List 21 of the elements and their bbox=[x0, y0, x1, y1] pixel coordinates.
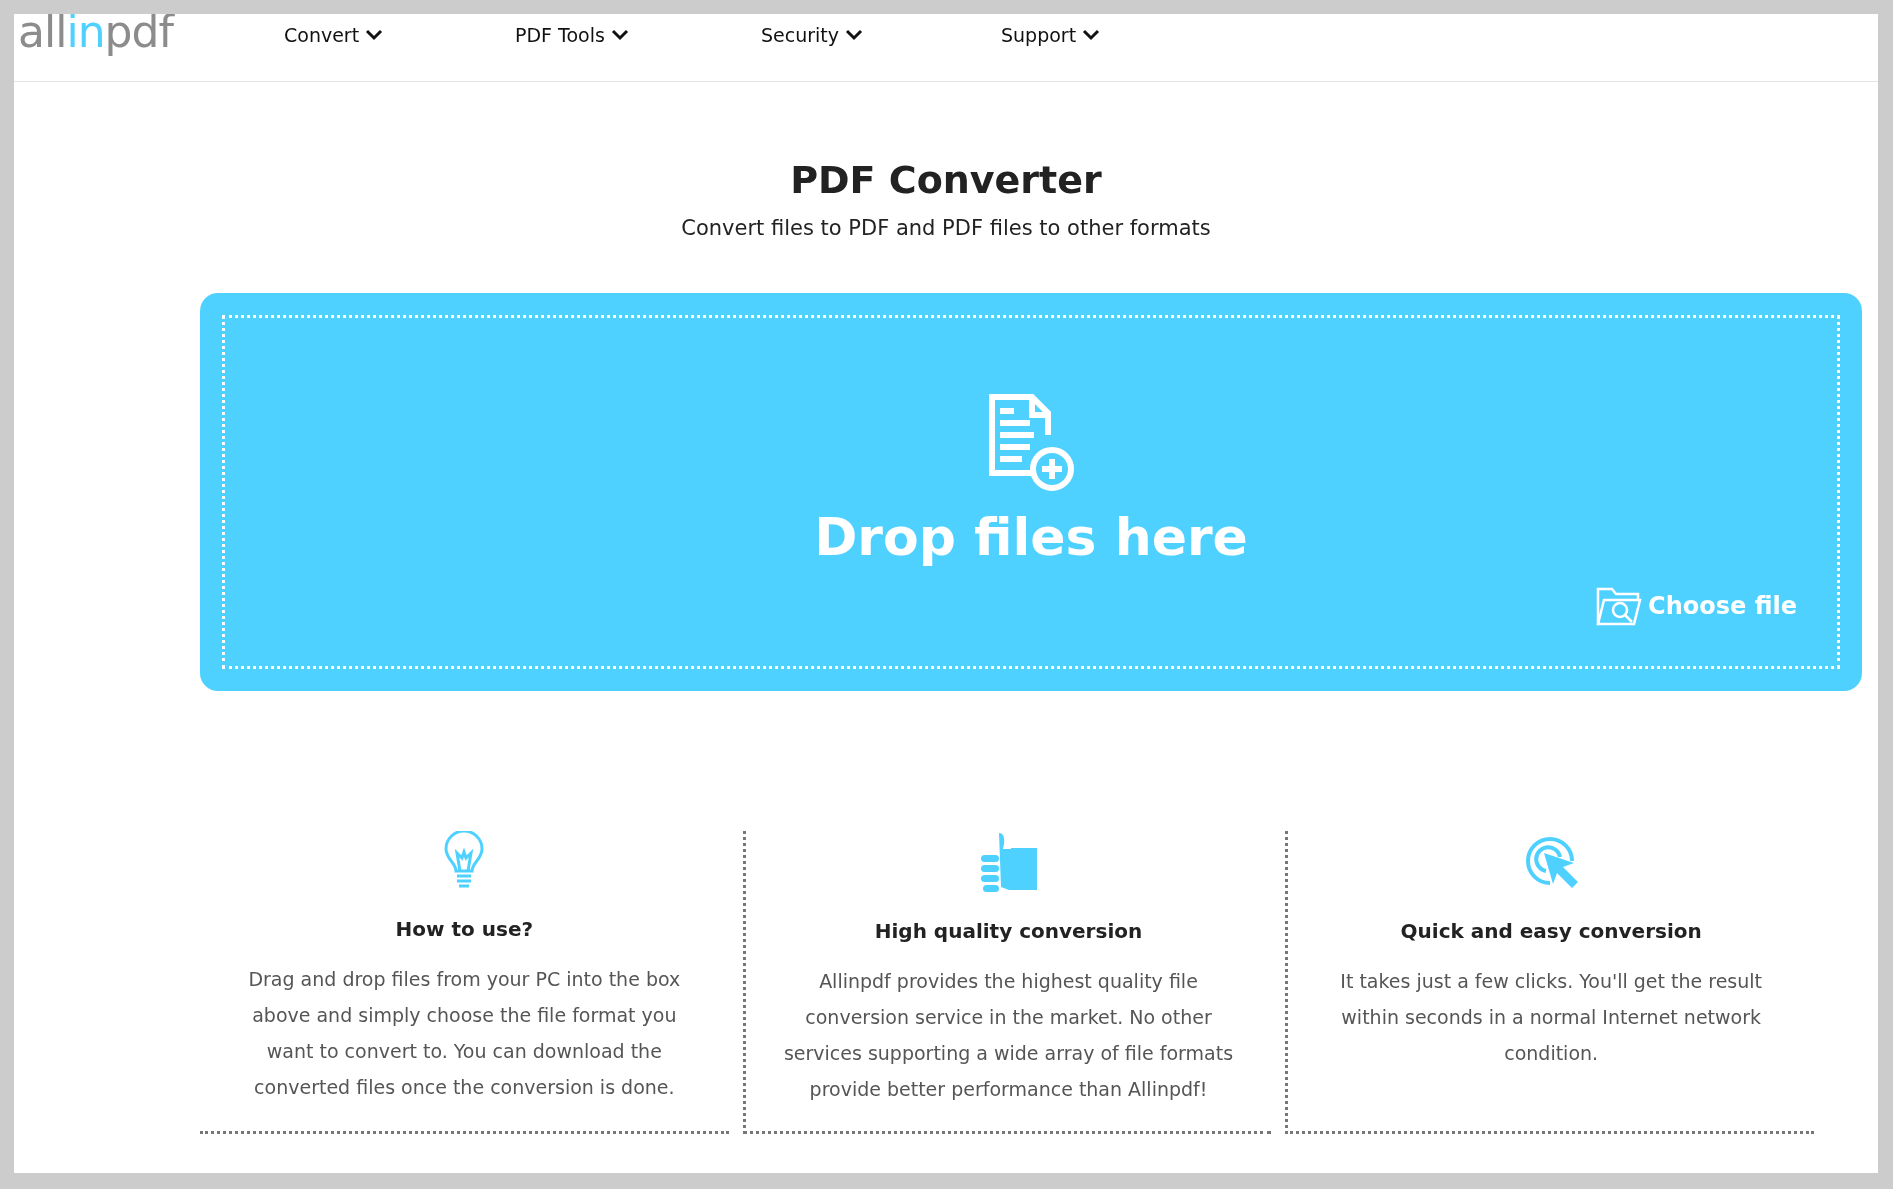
nav-link[interactable]: Support bbox=[1001, 24, 1077, 46]
thumbs-up-icon bbox=[979, 831, 1038, 893]
page-subtitle: Convert files to PDF and PDF files to other formats bbox=[681, 216, 1211, 240]
nav-link[interactable]: Security bbox=[761, 24, 840, 46]
chevron-down-icon bbox=[845, 29, 864, 41]
chevron-down-icon bbox=[1082, 29, 1101, 41]
feature-description: Allinpdf provides the highest quality file conversion service in the market. No other services supporting a wide array of file formats provide better performance than Allinpdf! bbox=[782, 969, 1235, 1102]
folder-search-icon bbox=[1596, 586, 1643, 626]
document-plus-icon bbox=[986, 393, 1076, 493]
page-title: PDF Converter bbox=[790, 158, 1102, 202]
drop-zone-text: Drop files here bbox=[814, 507, 1248, 567]
feature-title: High quality conversion bbox=[874, 919, 1143, 943]
lightbulb-icon bbox=[444, 831, 485, 891]
feature-description: It takes just a few clicks. You'll get the result within seconds in a normal Internet network condition. bbox=[1339, 969, 1763, 1066]
chevron-down-icon bbox=[365, 29, 384, 41]
chevron-down-icon bbox=[610, 29, 629, 41]
feature-title: How to use? bbox=[395, 917, 534, 941]
feature-title: Quick and easy conversion bbox=[1400, 919, 1702, 943]
feature-description: Drag and drop files from your PC into the box above and simply choose the file format you want to convert to. You can download the converted files once the conversion is done. bbox=[247, 967, 682, 1100]
nav-link[interactable]: Convert bbox=[284, 24, 360, 46]
nav-link[interactable]: PDF Tools bbox=[515, 24, 605, 46]
